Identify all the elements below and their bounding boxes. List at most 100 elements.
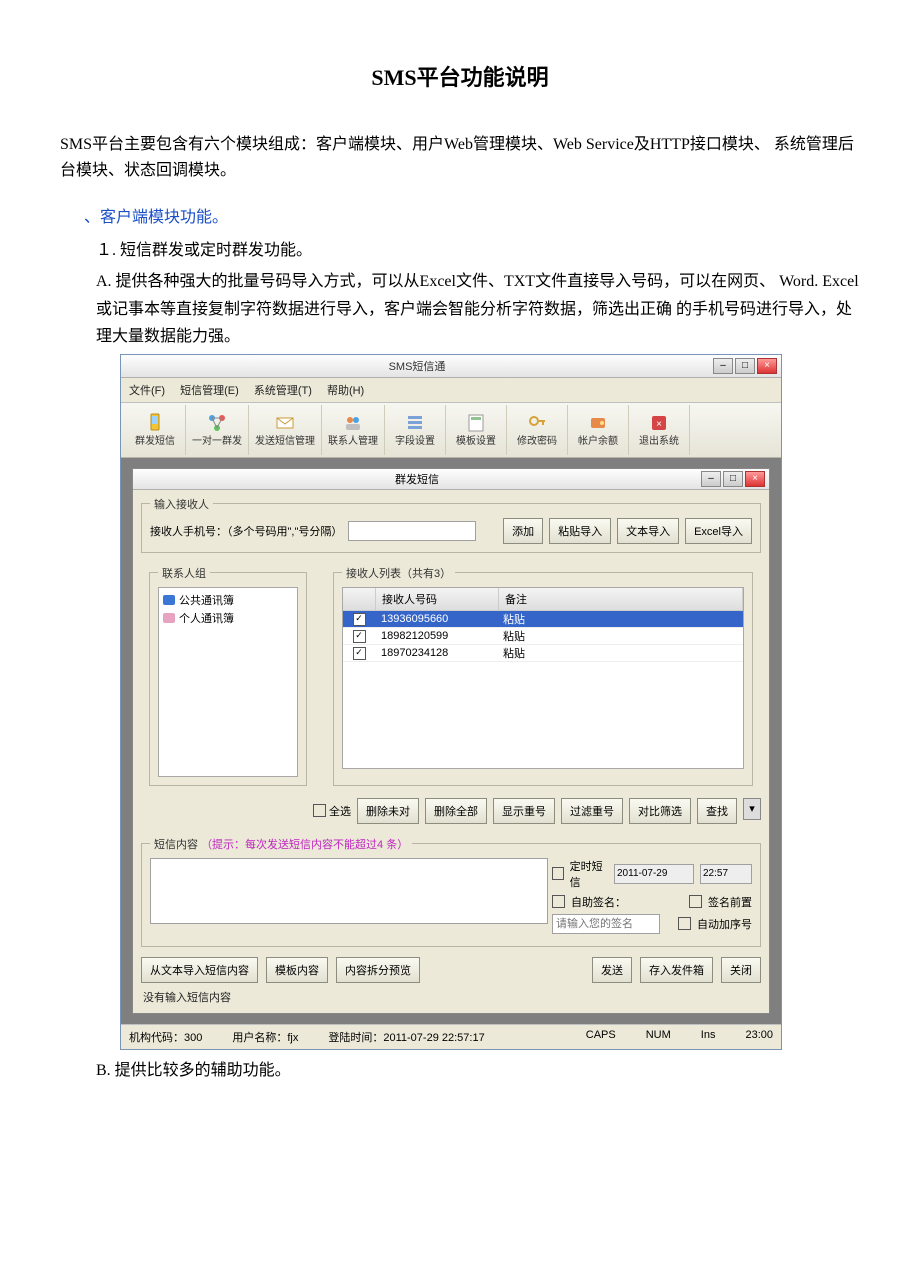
window-title: SMS短信通 (121, 358, 713, 374)
contact-group-fieldset: 联系人组 公共通讯簿 个人通讯簿 (149, 565, 307, 786)
status-caps: CAPS (586, 1029, 616, 1045)
status-ins: Ins (701, 1029, 716, 1045)
autosig-checkbox[interactable] (552, 895, 565, 908)
template-content-button[interactable]: 模板内容 (266, 957, 328, 983)
page-title: SMS平台功能说明 (60, 60, 860, 92)
app-window: SMS短信通 – □ × 文件(F) 短信管理(E) 系统管理(T) 帮助(H)… (120, 354, 782, 1050)
bottom-action-row: 从文本导入短信内容 模板内容 内容拆分预览 发送 存入发件箱 关闭 (133, 953, 769, 985)
menu-help[interactable]: 帮助(H) (327, 385, 364, 397)
list-ops-row: 全选 删除未对 删除全部 显示重号 过滤重号 对比筛选 查找 ▾ (133, 792, 769, 830)
excel-import-button[interactable]: Excel导入 (685, 518, 752, 544)
menu-bar: 文件(F) 短信管理(E) 系统管理(T) 帮助(H) (121, 378, 781, 403)
receiver-label: 接收人手机号：（多个号码用","号分隔） (150, 523, 342, 539)
menu-file[interactable]: 文件(F) (129, 385, 165, 397)
save-outbox-button[interactable]: 存入发件箱 (640, 957, 713, 983)
toolbar-group-send[interactable]: 群发短信 (125, 405, 186, 455)
section-1-heading: 、客户端模块功能。 (84, 203, 860, 227)
delete-unselected-button[interactable]: 删除未对 (357, 798, 419, 824)
query-button[interactable]: 查找 (697, 798, 737, 824)
maximize-button[interactable]: □ (735, 358, 755, 374)
minimize-button[interactable]: – (713, 358, 733, 374)
phone-icon (144, 412, 166, 434)
mdi-window-title: 群发短信 (133, 471, 701, 487)
item-1: １. 短信群发或定时群发功能。 (96, 237, 860, 264)
toolbar-send-mgmt[interactable]: 发送短信管理 (249, 405, 322, 455)
contact-group-legend: 联系人组 (158, 565, 210, 581)
timed-date-input[interactable] (614, 864, 694, 884)
receiver-list-fieldset: 接收人列表（共有3） 接收人号码 备注 ✓ 13936095660 粘贴 (333, 565, 753, 786)
table-row[interactable]: ✓ 18982120599 粘贴 (343, 628, 743, 645)
toolbar-field-set[interactable]: 字段设置 (385, 405, 446, 455)
dropdown-icon[interactable]: ▾ (743, 798, 761, 820)
close-dialog-button[interactable]: 关闭 (721, 957, 761, 983)
receiver-input[interactable] (348, 521, 476, 541)
status-login: 登陆时间：2011-07-29 22:57:17 (328, 1029, 484, 1045)
toolbar: 群发短信 一对一群发 发送短信管理 联系人管理 字段设置 模板设置 修改密码 帐… (121, 403, 781, 458)
status-bar: 机构代码：300 用户名称：fjx 登陆时间：2011-07-29 22:57:… (121, 1024, 781, 1049)
timed-time-input[interactable] (700, 864, 752, 884)
close-button[interactable]: × (757, 358, 777, 374)
table-row[interactable]: ✓ 18970234128 粘贴 (343, 645, 743, 662)
send-button[interactable]: 发送 (592, 957, 632, 983)
status-clock: 23:00 (745, 1029, 773, 1045)
toolbar-chg-pwd[interactable]: 修改密码 (507, 405, 568, 455)
message-textarea[interactable] (150, 858, 548, 924)
no-content-hint: 没有输入短信内容 (133, 985, 769, 1013)
envelope-icon (274, 412, 296, 434)
message-content-fieldset: 短信内容 （提示：每次发送短信内容不能超过4 条） 定时短信 自助签名： 签名前… (141, 836, 761, 947)
row-checkbox[interactable]: ✓ (353, 613, 366, 626)
folder-icon (163, 595, 175, 605)
menu-sys-mgmt[interactable]: 系统管理(T) (254, 385, 312, 397)
import-from-text-button[interactable]: 从文本导入短信内容 (141, 957, 258, 983)
receiver-table[interactable]: 接收人号码 备注 ✓ 13936095660 粘贴 ✓ 18982120599 (342, 587, 744, 769)
menu-sms-mgmt[interactable]: 短信管理(E) (180, 385, 239, 397)
split-preview-button[interactable]: 内容拆分预览 (336, 957, 420, 983)
window-title-bar: SMS短信通 – □ × (121, 355, 781, 378)
group-send-window: 群发短信 – □ × 输入接收人 接收人手机号：（多个号码用","号分隔） 添加 (132, 468, 770, 1014)
template-icon (465, 412, 487, 434)
show-dup-button[interactable]: 显示重号 (493, 798, 555, 824)
toolbar-acct-top[interactable]: 帐户余额 (568, 405, 629, 455)
folder-icon (163, 613, 175, 623)
mdi-min-button[interactable]: – (701, 471, 721, 487)
col-number: 接收人号码 (376, 588, 499, 610)
receiver-list-legend: 接收人列表（共有3） (342, 565, 455, 581)
exit-icon: × (648, 412, 670, 434)
receiver-input-legend: 输入接收人 (150, 496, 213, 512)
toolbar-one-to-one[interactable]: 一对一群发 (186, 405, 249, 455)
paste-import-button[interactable]: 粘贴导入 (549, 518, 611, 544)
toolbar-exit[interactable]: ×退出系统 (629, 405, 690, 455)
toolbar-contacts[interactable]: 联系人管理 (322, 405, 385, 455)
status-user: 用户名称：fjx (232, 1029, 298, 1045)
status-num: NUM (646, 1029, 671, 1045)
list-icon (404, 412, 426, 434)
contact-group-item[interactable]: 个人通讯簿 (163, 610, 293, 626)
toolbar-tpl-set[interactable]: 模板设置 (446, 405, 507, 455)
msg-content-legend: 短信内容 (154, 839, 198, 851)
mdi-close-button[interactable]: × (745, 471, 765, 487)
timed-checkbox[interactable] (552, 867, 564, 880)
contact-group-item[interactable]: 公共通讯簿 (163, 592, 293, 608)
contact-group-list[interactable]: 公共通讯簿 个人通讯簿 (158, 587, 298, 777)
item-b: B. 提供比较多的辅助功能。 (96, 1056, 860, 1080)
row-checkbox[interactable]: ✓ (353, 647, 366, 660)
row-checkbox[interactable]: ✓ (353, 630, 366, 643)
delete-all-button[interactable]: 删除全部 (425, 798, 487, 824)
autoseq-checkbox[interactable] (678, 917, 691, 930)
add-button[interactable]: 添加 (503, 518, 543, 544)
filter-dup-button[interactable]: 过滤重号 (561, 798, 623, 824)
signature-input[interactable] (552, 914, 660, 934)
status-org: 机构代码：300 (129, 1029, 202, 1045)
users-icon (342, 412, 364, 434)
select-all-checkbox[interactable]: 全选 (313, 798, 351, 824)
svg-text:×: × (656, 419, 662, 430)
table-row[interactable]: ✓ 13936095660 粘贴 (343, 611, 743, 628)
screenshot-figure: SMS短信通 – □ × 文件(F) 短信管理(E) 系统管理(T) 帮助(H)… (120, 354, 860, 1050)
compare-button[interactable]: 对比筛选 (629, 798, 691, 824)
intro-paragraph: SMS平台主要包含有六个模块组成：客户端模块、用户Web管理模块、Web Ser… (60, 132, 860, 183)
item-a: A. 提供各种强大的批量号码导入方式，可以从Excel文件、TXT文件直接导入号… (96, 268, 860, 350)
key-icon (526, 412, 548, 434)
txt-import-button[interactable]: 文本导入 (617, 518, 679, 544)
sig-front-checkbox[interactable] (689, 895, 702, 908)
mdi-max-button[interactable]: □ (723, 471, 743, 487)
